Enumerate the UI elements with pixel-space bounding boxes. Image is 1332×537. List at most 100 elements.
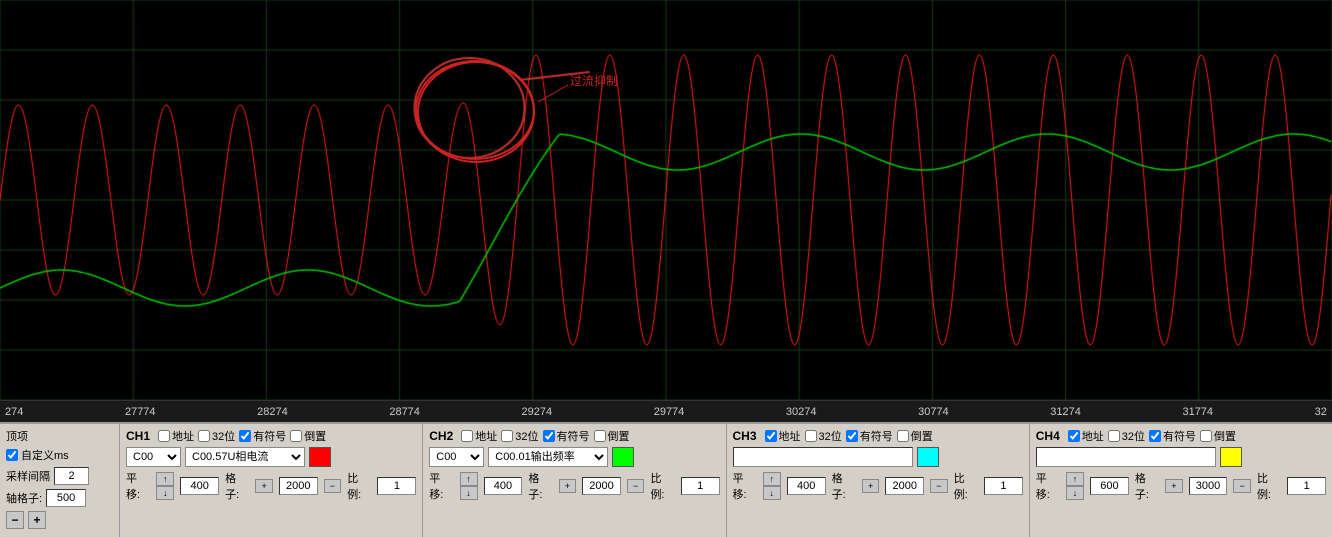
ch3-32bit-checkbox[interactable] <box>805 430 817 442</box>
ch1-signal-row: C00 C00.57U相电流 <box>126 447 416 467</box>
ch4-32bit-checkbox[interactable] <box>1108 430 1120 442</box>
ch2-scale-label: 比例: <box>650 470 674 502</box>
ch4-signal-input[interactable] <box>1036 447 1216 467</box>
oscilloscope-panel: 过流抑制 274 27774 28274 28774 29274 29774 3… <box>0 0 1332 537</box>
custom-ms-label: 自定义ms <box>21 447 69 463</box>
ch4-signed-label[interactable]: 有符号 <box>1149 428 1196 444</box>
ch4-label: CH4 <box>1036 429 1060 443</box>
ch3-offset-up-button[interactable]: ↑ <box>763 472 781 486</box>
ch3-offset-down-button[interactable]: ↓ <box>763 486 781 500</box>
ch2-offset-up-button[interactable]: ↑ <box>460 472 478 486</box>
ch1-grid-plus-button[interactable]: + <box>255 479 273 493</box>
ch4-scale-label: 比例: <box>1257 470 1281 502</box>
ch4-signed-checkbox[interactable] <box>1149 430 1161 442</box>
ch4-offset-up-button[interactable]: ↑ <box>1066 472 1084 486</box>
ch1-grid-minus-button[interactable]: − <box>324 479 342 493</box>
ch4-invert-label[interactable]: 倒置 <box>1200 428 1236 444</box>
ch3-offset-label: 平移: <box>733 470 757 502</box>
ch4-offset-down-button[interactable]: ↓ <box>1066 486 1084 500</box>
ch4-param-row: 平移: ↑ ↓ 600 格子: + 3000 − 比例: 1 <box>1036 470 1326 502</box>
axis-minus-button[interactable]: − <box>6 511 24 529</box>
ch3-color-box <box>917 447 939 467</box>
ch2-32bit-checkbox[interactable] <box>501 430 513 442</box>
ch2-param-row: 平移: ↑ ↓ 400 格子: + 2000 − 比例: 1 <box>429 470 719 502</box>
ch1-addr-label[interactable]: 地址 <box>158 428 194 444</box>
x-label-9: 31774 <box>1182 406 1213 418</box>
ch1-32bit-checkbox[interactable] <box>198 430 210 442</box>
waveform-canvas <box>0 0 1332 400</box>
ch1-invert-checkbox[interactable] <box>290 430 302 442</box>
ch2-grid-minus-button[interactable]: − <box>627 479 645 493</box>
ch1-offset-down-button[interactable]: ↓ <box>156 486 174 500</box>
ch4-grid-plus-button[interactable]: + <box>1165 479 1183 493</box>
ch3-addr-checkbox[interactable] <box>765 430 777 442</box>
ch3-invert-checkbox[interactable] <box>897 430 909 442</box>
ch4-grid-minus-button[interactable]: − <box>1233 479 1251 493</box>
ch3-signed-checkbox[interactable] <box>846 430 858 442</box>
ch2-signed-label[interactable]: 有符号 <box>543 428 590 444</box>
ch2-offset-down-button[interactable]: ↓ <box>460 486 478 500</box>
ch2-color-box <box>612 447 634 467</box>
ch3-32bit-label[interactable]: 32位 <box>805 428 842 444</box>
axis-plus-button[interactable]: + <box>28 511 46 529</box>
ch1-signal-select[interactable]: C00.57U相电流 <box>185 447 305 467</box>
ch1-offset-up-button[interactable]: ↑ <box>156 472 174 486</box>
ch3-offset-value: 400 <box>787 477 826 495</box>
ch1-param-row: 平移: ↑ ↓ 400 格子: + 2000 − 比例: 1 <box>126 470 416 502</box>
left-controls: 顶项 自定义ms 采样间隔 轴格子: − + <box>0 424 120 537</box>
ch2-addr-checkbox[interactable] <box>461 430 473 442</box>
x-label-6: 30274 <box>786 406 817 418</box>
ch4-offset-label: 平移: <box>1036 470 1060 502</box>
ch4-addr-label[interactable]: 地址 <box>1068 428 1104 444</box>
x-label-3: 28774 <box>389 406 420 418</box>
x-label-8: 31274 <box>1050 406 1081 418</box>
ch3-invert-label[interactable]: 倒置 <box>897 428 933 444</box>
controls-area: 顶项 自定义ms 采样间隔 轴格子: − + CH1 地址 <box>0 422 1332 537</box>
ch2-invert-label[interactable]: 倒置 <box>594 428 630 444</box>
ch1-32bit-label[interactable]: 32位 <box>198 428 235 444</box>
ch3-scale-label: 比例: <box>954 470 978 502</box>
ch4-addr-checkbox[interactable] <box>1068 430 1080 442</box>
axis-grid-input[interactable] <box>46 489 86 507</box>
ch2-addr-label[interactable]: 地址 <box>461 428 497 444</box>
ch1-addr-checkbox[interactable] <box>158 430 170 442</box>
ch1-device-select[interactable]: C00 <box>126 447 181 467</box>
ch1-section: CH1 地址 32位 有符号 倒置 C00 C00.57U相电流 平移: ↑ <box>120 424 423 537</box>
custom-ms-checkbox[interactable] <box>6 449 18 461</box>
ch4-invert-checkbox[interactable] <box>1200 430 1212 442</box>
ch2-invert-checkbox[interactable] <box>594 430 606 442</box>
ch1-signed-checkbox[interactable] <box>239 430 251 442</box>
sample-interval-row: 采样间隔 <box>6 467 113 485</box>
ch4-header: CH4 地址 32位 有符号 倒置 <box>1036 428 1326 444</box>
ch1-signed-label[interactable]: 有符号 <box>239 428 286 444</box>
ch3-param-row: 平移: ↑ ↓ 400 格子: + 2000 − 比例: 1 <box>733 470 1023 502</box>
ch1-offset-label: 平移: <box>126 470 150 502</box>
x-label-2: 28274 <box>257 406 288 418</box>
ch1-label: CH1 <box>126 429 150 443</box>
axis-grid-label: 轴格子: <box>6 490 42 506</box>
ch3-grid-plus-button[interactable]: + <box>862 479 880 493</box>
ch3-scale-value: 1 <box>984 477 1023 495</box>
ch4-32bit-label[interactable]: 32位 <box>1108 428 1145 444</box>
ch2-grid-plus-button[interactable]: + <box>559 479 577 493</box>
ch1-offset-value: 400 <box>180 477 219 495</box>
sample-interval-input[interactable] <box>54 467 89 485</box>
ch1-invert-label[interactable]: 倒置 <box>290 428 326 444</box>
ch3-signal-input[interactable] <box>733 447 913 467</box>
ch4-scale-value: 1 <box>1287 477 1326 495</box>
ch3-signed-label[interactable]: 有符号 <box>846 428 893 444</box>
ch3-grid-minus-button[interactable]: − <box>930 479 948 493</box>
axis-pm-buttons: − + <box>6 511 113 529</box>
ch4-grid-value: 3000 <box>1189 477 1228 495</box>
ch2-signed-checkbox[interactable] <box>543 430 555 442</box>
ch3-addr-label[interactable]: 地址 <box>765 428 801 444</box>
ch2-header: CH2 地址 32位 有符号 倒置 <box>429 428 719 444</box>
ch2-signal-select[interactable]: C00.01输出频率 <box>488 447 608 467</box>
ch2-label: CH2 <box>429 429 453 443</box>
ch2-device-select[interactable]: C00 <box>429 447 484 467</box>
ch2-32bit-label[interactable]: 32位 <box>501 428 538 444</box>
ch4-color-box <box>1220 447 1242 467</box>
ch2-signal-row: C00 C00.01输出频率 <box>429 447 719 467</box>
x-label-7: 30774 <box>918 406 949 418</box>
ch1-header: CH1 地址 32位 有符号 倒置 <box>126 428 416 444</box>
